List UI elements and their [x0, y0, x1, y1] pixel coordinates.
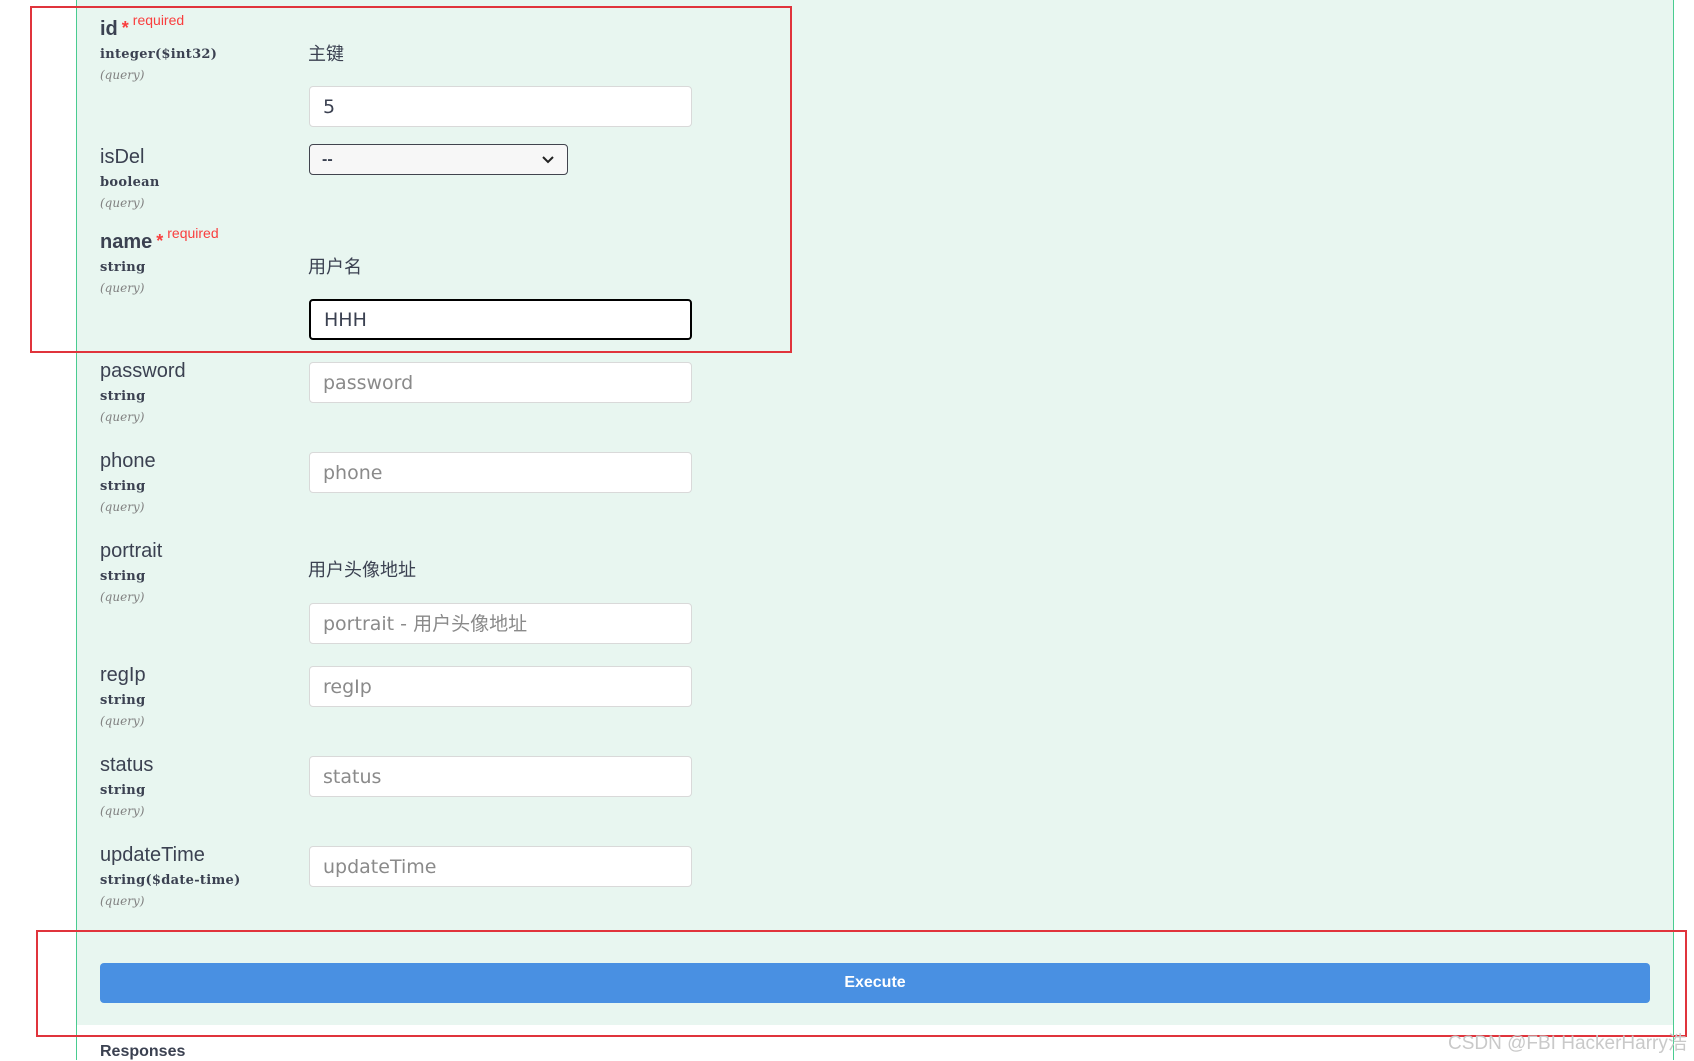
param-name: status: [100, 754, 154, 776]
param-type: string: [100, 479, 146, 494]
responses-heading: Responses: [100, 1043, 186, 1060]
param-updatetime: updateTime string($date-time) (query): [100, 844, 241, 908]
param-portrait: portrait string (query): [100, 540, 162, 604]
param-in: (query): [100, 894, 145, 908]
param-type: string: [100, 693, 146, 708]
param-phone: phone string (query): [100, 450, 156, 514]
param-name: portrait: [100, 540, 163, 562]
status-input[interactable]: [309, 756, 692, 797]
param-type: string: [100, 389, 146, 404]
updatetime-input[interactable]: [309, 846, 692, 887]
param-description: 用户头像地址: [308, 560, 416, 580]
param-in: (query): [100, 804, 145, 818]
param-password: password string (query): [100, 360, 186, 424]
password-input[interactable]: [309, 362, 692, 403]
phone-input[interactable]: [309, 452, 692, 493]
param-type: string($date-time): [100, 873, 241, 888]
param-name: regIp: [100, 664, 146, 686]
param-name: password: [100, 360, 186, 382]
portrait-input[interactable]: [309, 603, 692, 644]
param-in: (query): [100, 714, 145, 728]
highlight-box-required-params: [30, 6, 792, 353]
param-type: string: [100, 783, 146, 798]
param-in: (query): [100, 410, 145, 424]
param-in: (query): [100, 590, 145, 604]
param-in: (query): [100, 500, 145, 514]
regip-input[interactable]: [309, 666, 692, 707]
watermark: CSDN @FBI HackerHarry浩: [1448, 1033, 1687, 1054]
highlight-box-execute: [36, 930, 1687, 1037]
param-type: string: [100, 569, 146, 584]
param-name: phone: [100, 450, 156, 472]
param-status: status string (query): [100, 754, 153, 818]
param-name: updateTime: [100, 844, 205, 866]
param-regip: regIp string (query): [100, 664, 146, 728]
